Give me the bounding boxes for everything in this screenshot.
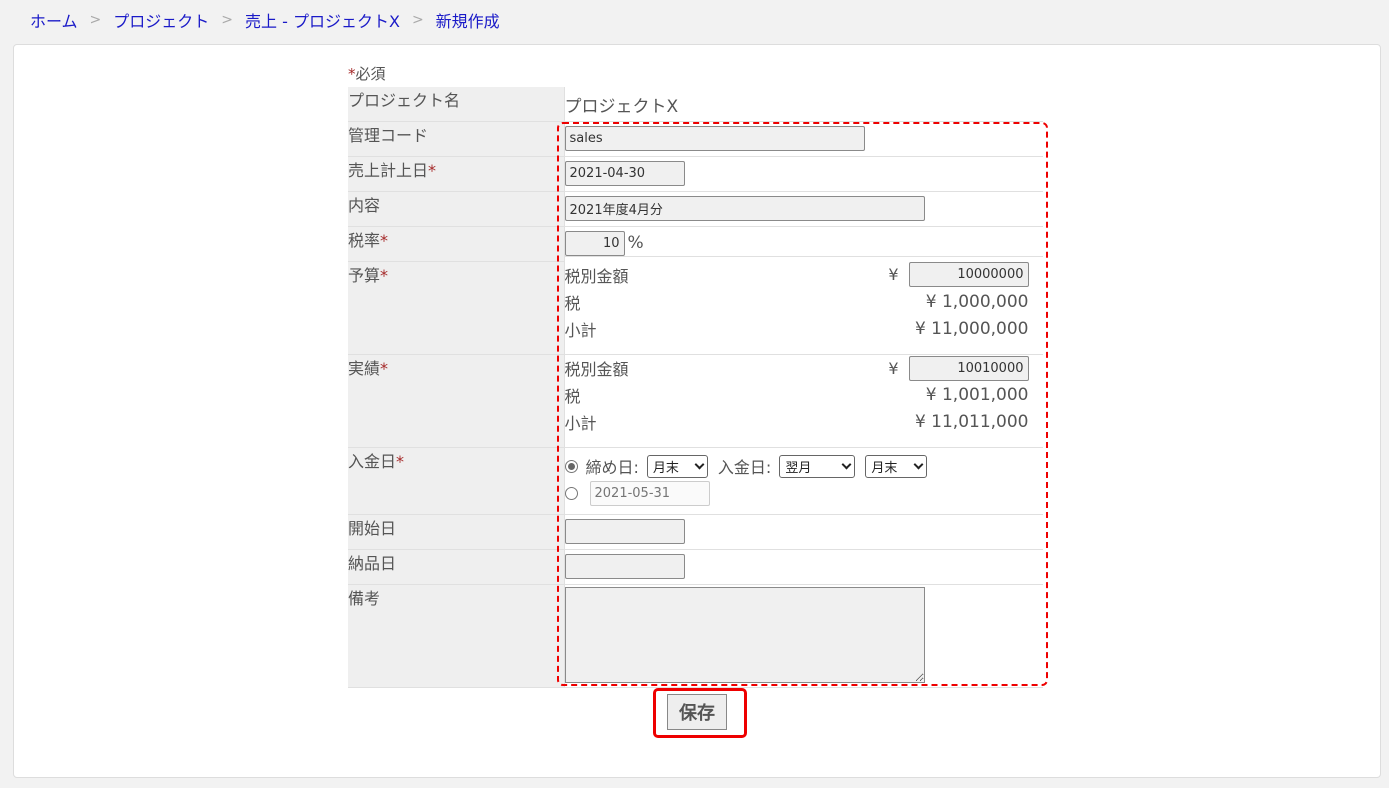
- actual-pretax-input[interactable]: [908, 355, 1029, 381]
- sales-date-label-text: 売上計上日: [348, 160, 429, 180]
- label-delivery-date: 納品日: [348, 549, 565, 585]
- chevron-down-icon: [913, 459, 924, 469]
- sales-form: プロジェクト名 プロジェクトX 管理コード 売上計上日* 内容 税率* % 予算…: [348, 87, 1043, 688]
- fixed-payment-date-input[interactable]: [589, 481, 710, 506]
- budget-pretax-input[interactable]: [908, 262, 1029, 287]
- label-actual: 実績*: [348, 354, 565, 448]
- required-mark: *: [428, 160, 437, 180]
- sales-date-input[interactable]: [564, 160, 685, 186]
- tax-rate-label-text: 税率: [348, 230, 381, 250]
- actual-subtotal-label: 小計: [564, 414, 597, 433]
- budget-tax-value: ¥ 1,000,000: [925, 291, 1029, 312]
- closing-date-radio[interactable]: [564, 459, 578, 473]
- payment-day-value: 月末: [871, 460, 898, 476]
- management-code-input[interactable]: [564, 125, 865, 151]
- payment-month-select[interactable]: 翌月: [779, 454, 856, 478]
- label-tax-rate: 税率*: [348, 226, 565, 262]
- actual-currency: ¥: [888, 358, 899, 378]
- actual-tax-value: ¥ 1,001,000: [925, 385, 1029, 405]
- payment-date-label-text: 入金日: [348, 451, 397, 471]
- budget-subtotal-label: 小計: [564, 320, 597, 340]
- required-mark: *: [396, 451, 405, 471]
- label-remarks: 備考: [348, 584, 565, 688]
- breadcrumb-separator: >: [411, 12, 424, 28]
- breadcrumb-projects[interactable]: プロジェクト: [113, 8, 209, 32]
- label-payment-date: 入金日*: [348, 447, 565, 515]
- fixed-date-radio[interactable]: [564, 487, 578, 500]
- label-project-name: プロジェクト名: [348, 87, 565, 122]
- actual-label-text: 実績: [348, 358, 381, 378]
- label-management-code: 管理コード: [348, 121, 565, 157]
- required-mark: *: [380, 230, 389, 250]
- payment-month-value: 翌月: [785, 460, 812, 476]
- remarks-textarea[interactable]: [564, 586, 925, 683]
- breadcrumb-home[interactable]: ホーム: [30, 8, 78, 32]
- save-button[interactable]: 保存: [667, 694, 727, 730]
- budget-currency: ¥: [888, 265, 899, 284]
- label-budget: 予算*: [348, 261, 565, 355]
- breadcrumb-separator: >: [221, 12, 234, 28]
- required-mark: *: [348, 65, 356, 83]
- closing-date-label: 締め日:: [585, 458, 639, 477]
- budget-pretax-label: 税別金額: [564, 266, 629, 286]
- breadcrumb-separator: >: [89, 12, 102, 28]
- required-note: *必須: [348, 63, 386, 84]
- required-mark: *: [380, 358, 389, 378]
- label-content: 内容: [348, 191, 565, 227]
- budget-tax-label: 税: [564, 293, 581, 313]
- budget-label-text: 予算: [348, 265, 381, 285]
- breadcrumb: ホーム > プロジェクト > 売上 - プロジェクトX > 新規作成: [30, 8, 500, 32]
- delivery-date-input[interactable]: [564, 553, 685, 579]
- required-note-text: 必須: [355, 65, 386, 83]
- closing-day-select[interactable]: 月末: [646, 454, 708, 478]
- actual-tax-label: 税: [564, 387, 581, 406]
- label-sales-date: 売上計上日*: [348, 156, 565, 192]
- chevron-down-icon: [694, 459, 705, 469]
- label-start-date: 開始日: [348, 514, 565, 550]
- budget-subtotal-value: ¥ 11,000,000: [914, 318, 1029, 339]
- payment-date-sub-label: 入金日:: [717, 458, 772, 477]
- closing-day-value: 月末: [652, 460, 679, 476]
- payment-day-select[interactable]: 月末: [865, 454, 928, 478]
- breadcrumb-new[interactable]: 新規作成: [436, 8, 500, 32]
- chevron-down-icon: [841, 459, 852, 469]
- actual-subtotal-value: ¥ 11,011,000: [914, 412, 1029, 432]
- required-mark: *: [380, 265, 389, 285]
- start-date-input[interactable]: [564, 518, 685, 544]
- content-input[interactable]: [564, 195, 925, 221]
- project-name-value: プロジェクトX: [564, 87, 1043, 122]
- tax-rate-input[interactable]: [564, 230, 625, 256]
- breadcrumb-project-sales[interactable]: 売上 - プロジェクトX: [245, 8, 400, 32]
- tax-rate-unit: %: [627, 233, 644, 253]
- actual-pretax-label: 税別金額: [564, 360, 629, 379]
